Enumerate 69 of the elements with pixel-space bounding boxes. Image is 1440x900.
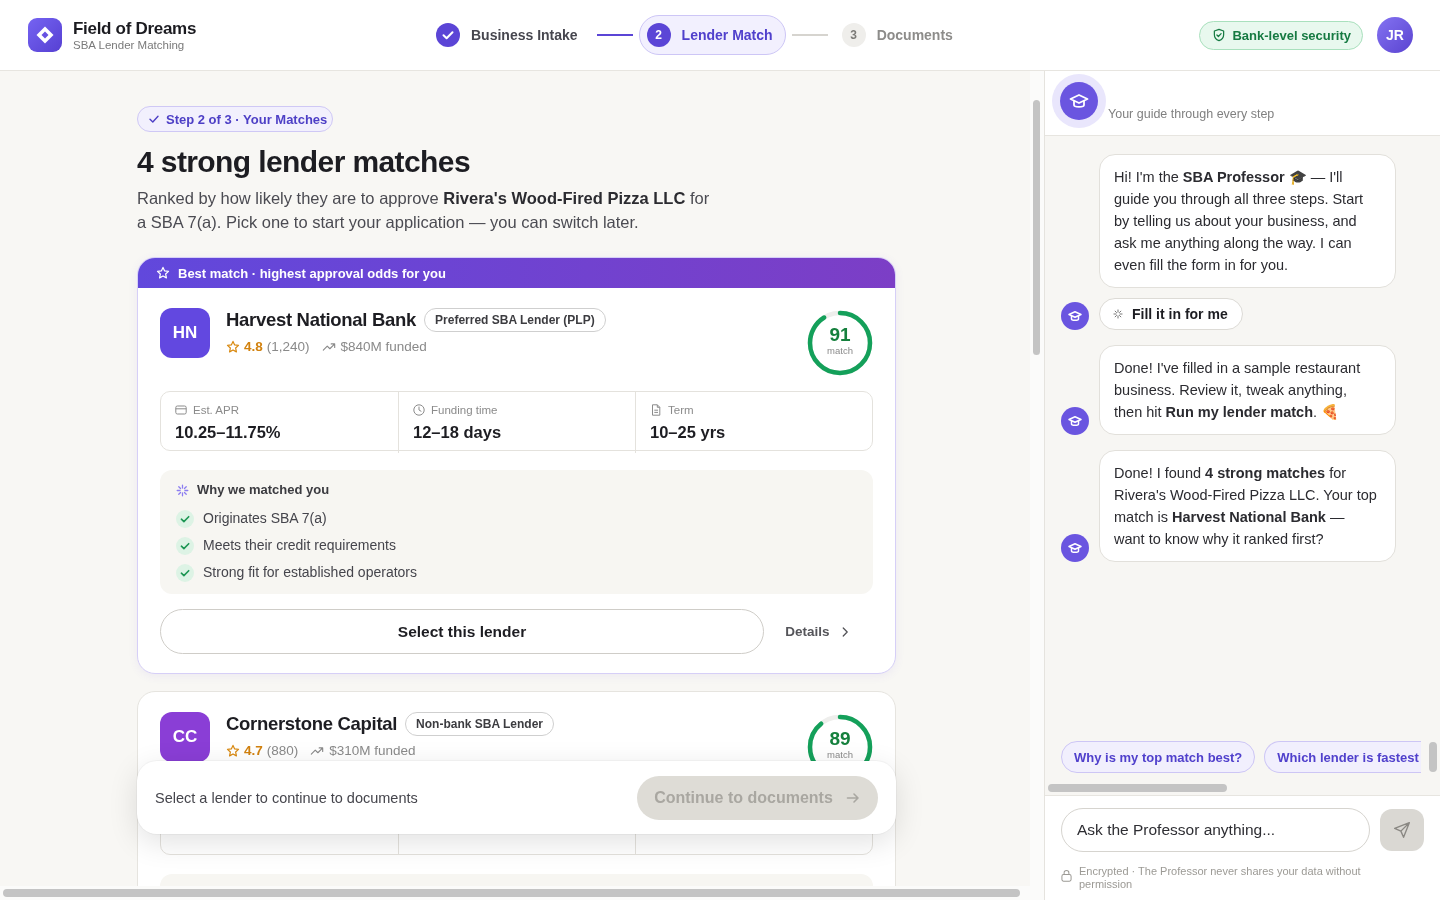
brand-tagline: SBA Lender Matching	[73, 37, 186, 52]
scrollbar-thumb[interactable]	[1033, 100, 1040, 355]
chat-message: Done! I found 4 strong matches for Rivera's Wood-Fired Pizza LLC. Your top match is Harvest National Bank — want to know why it ranked first?	[1099, 450, 1396, 562]
scrollbar-thumb[interactable]	[3, 889, 1020, 897]
match-label: match	[827, 749, 853, 761]
brand-name: Field of Dreams	[73, 18, 197, 38]
lender-name: Harvest National Bank	[226, 309, 417, 331]
check-icon	[148, 113, 160, 125]
rating-value: 4.8	[244, 339, 263, 354]
sparkle-icon	[1113, 309, 1123, 319]
rating-value: 4.7	[244, 743, 263, 758]
check-icon	[436, 23, 460, 47]
lender-avatar: HN	[160, 308, 210, 358]
sparkle-icon	[176, 483, 189, 497]
step-tab[interactable]: 3 Documents	[833, 15, 966, 55]
graduation-cap-icon	[1052, 74, 1106, 128]
stat-value: 10.25–11.75%	[175, 422, 282, 442]
match-score: 89	[829, 729, 851, 749]
message-input[interactable]: Ask the Professor anything...	[1061, 808, 1370, 852]
card-icon	[175, 404, 187, 416]
check-circle-icon	[176, 509, 194, 528]
step-chip-label: Step 2 of 3 · Your Matches	[166, 111, 328, 127]
stat-value: 10–25 yrs	[650, 422, 727, 442]
lender-avatar: CC	[160, 712, 210, 762]
reason-text: Strong fit for established operators	[203, 563, 417, 582]
reason-text: Originates SBA 7(a)	[203, 509, 327, 528]
security-label: Bank-level security	[1232, 27, 1351, 43]
star-icon	[226, 743, 240, 758]
select-lender-button[interactable]: Select this lender	[160, 609, 764, 654]
stat-label: Est. APR	[193, 403, 240, 417]
suggestion-chip[interactable]: Why is my top match best?	[1061, 741, 1256, 773]
details-link[interactable]: Details	[783, 620, 854, 643]
suggestion-chip[interactable]: Which lender is fastest	[1264, 741, 1421, 773]
chat-message: Done! I've filled in a sample restaurant business. Review it, tweak anything, then hit Run my lender match. 🍕	[1099, 345, 1396, 435]
continue-hint: Select a lender to continue to documents	[155, 789, 418, 806]
reasons-title: Why we matched you	[197, 481, 330, 499]
stat-label: Term	[668, 403, 694, 417]
reason-text: Meets their credit requirements	[203, 536, 396, 555]
review-count: (880)	[266, 743, 299, 758]
check-circle-icon	[176, 536, 194, 555]
fill-form-button[interactable]: Fill it in for me	[1099, 298, 1243, 330]
clock-icon	[413, 404, 425, 416]
lock-icon	[1061, 869, 1072, 882]
banner-text: Best match · highest approval odds for you	[178, 265, 446, 281]
scrollbar-thumb[interactable]	[1429, 742, 1437, 772]
privacy-note: Encrypted · The Professor never shares your data without permission	[1079, 865, 1362, 891]
chat-subtitle: Your guide through every step	[1108, 107, 1275, 122]
stat-value: 12–18 days	[413, 422, 503, 442]
funded-amount: $310M funded	[329, 743, 416, 758]
shield-check-icon	[1212, 28, 1227, 42]
step-tab[interactable]: 2 Lender Match	[638, 15, 786, 55]
match-score: 91	[829, 325, 851, 345]
check-circle-icon	[176, 563, 194, 582]
stat-label: Funding time	[431, 403, 498, 417]
lender-name: Cornerstone Capital	[226, 713, 398, 735]
funded-amount: $840M funded	[340, 339, 427, 354]
review-count: (1,240)	[266, 339, 310, 354]
document-icon	[650, 404, 662, 416]
match-label: match	[827, 345, 853, 357]
step-tab[interactable]: Business Intake	[428, 15, 591, 55]
diamond-logo-icon	[28, 18, 62, 52]
page-title: 4 strong lender matches	[137, 144, 471, 180]
scrollbar-thumb[interactable]	[1048, 784, 1227, 792]
user-avatar[interactable]: JR	[1377, 17, 1413, 53]
chat-message: Hi! I'm the SBA Professor 🎓 — I'll guide you through all three steps. Start by telling us about your business, and ask me anything along the way. I can even fill the form in for you.	[1099, 154, 1396, 288]
send-icon	[1393, 821, 1411, 839]
star-icon	[156, 266, 170, 280]
intro-text: Ranked by how likely they are to approve Rivera's Wood-Fired Pizza LLC for a SBA 7(a). Pick one to start your application — you can switch later.	[137, 188, 711, 233]
star-icon	[226, 339, 240, 354]
